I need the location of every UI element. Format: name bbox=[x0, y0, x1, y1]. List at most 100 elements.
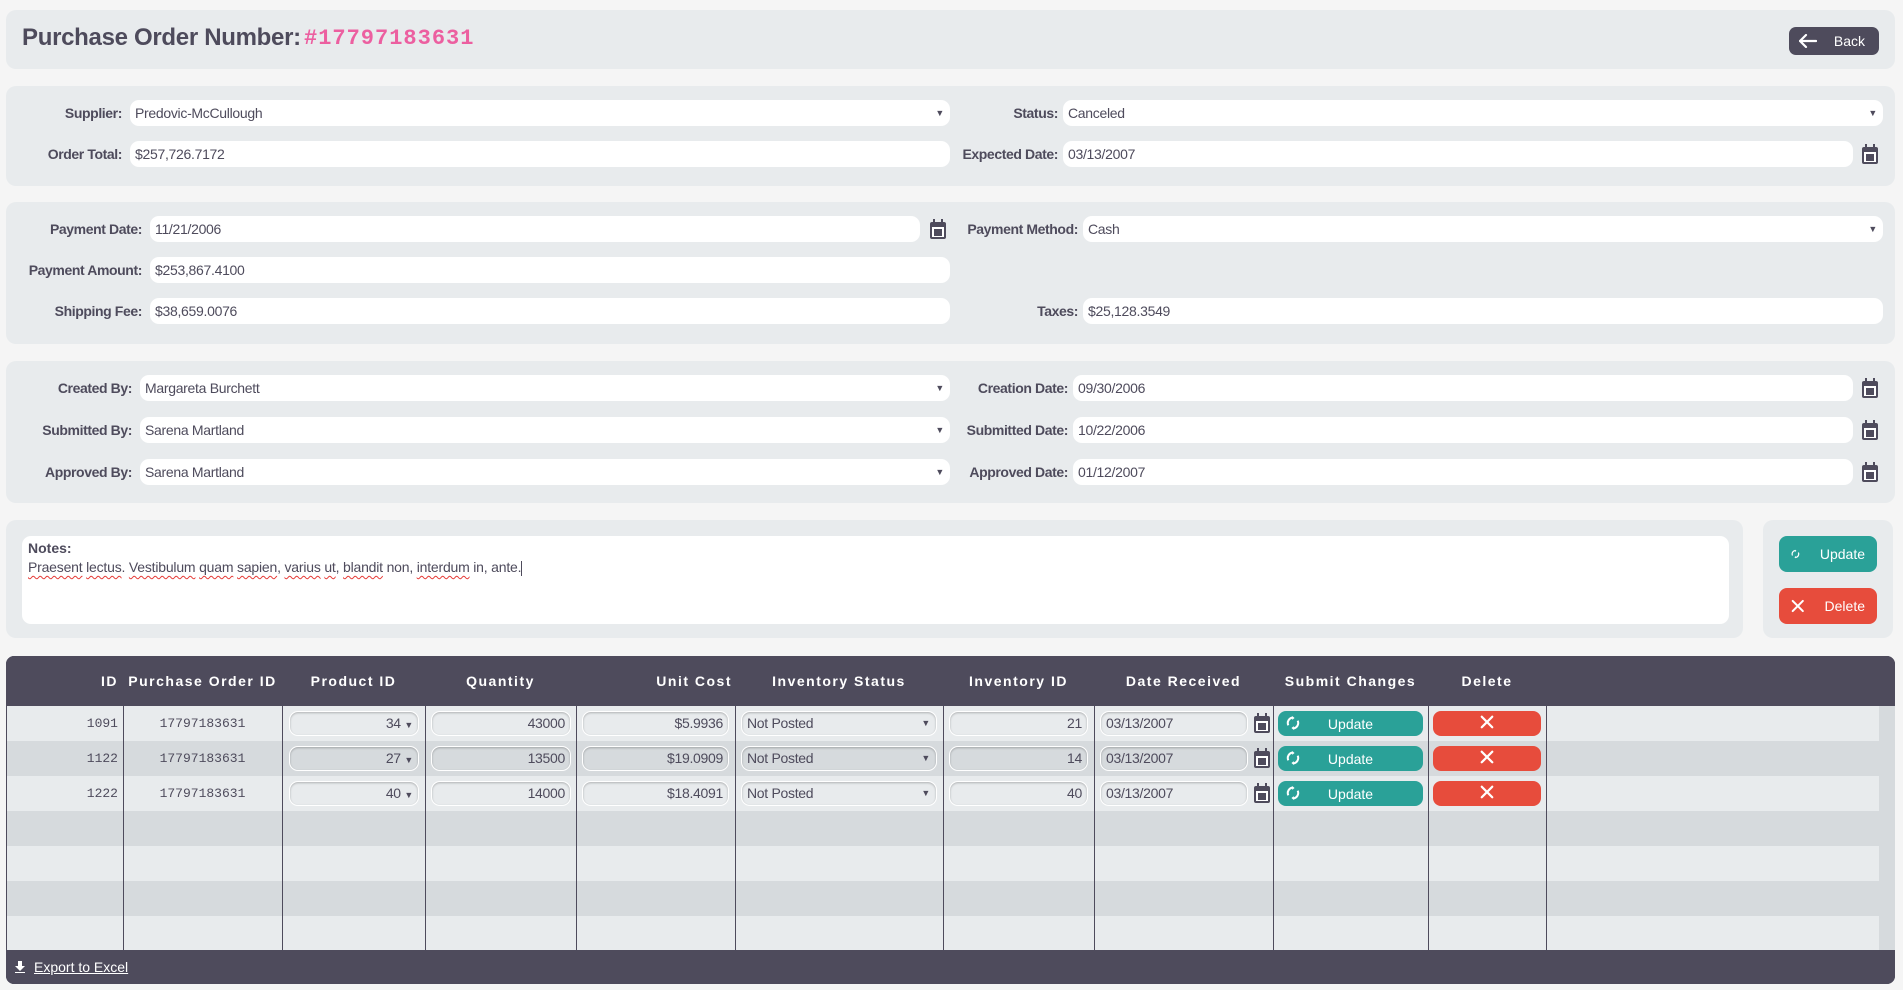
chevron-down-icon: ▼ bbox=[921, 718, 930, 728]
approved-date-input[interactable]: 01/12/2007 bbox=[1073, 459, 1853, 485]
date-received-input[interactable]: 03/13/2007 bbox=[1100, 746, 1248, 771]
inventory-status-select[interactable]: Not Posted ▼ bbox=[741, 781, 937, 806]
grid-footer: Export to Excel bbox=[6, 950, 1895, 984]
payment-date-input[interactable]: 11/21/2006 bbox=[150, 216, 920, 242]
submitted-date-value: 10/22/2006 bbox=[1078, 422, 1146, 438]
column-header-product-id[interactable]: Product ID bbox=[282, 656, 425, 706]
quantity-input[interactable]: 43000 bbox=[431, 711, 571, 736]
inventory-id-input[interactable]: 14 bbox=[949, 746, 1088, 771]
row-update-button[interactable]: Update bbox=[1278, 746, 1423, 771]
column-header-inventory-id[interactable]: Inventory ID bbox=[943, 656, 1094, 706]
unit-cost-input[interactable]: $18.4091 bbox=[582, 781, 729, 806]
submitted-by-value: Sarena Martland bbox=[145, 422, 245, 438]
notes-word: Praesent bbox=[28, 559, 83, 575]
shipping-fee-label: Shipping Fee: bbox=[54, 303, 143, 319]
product-id-select[interactable]: 40 ▼ bbox=[289, 781, 419, 806]
unit-cost-value: $18.4091 bbox=[667, 785, 723, 801]
calendar-icon[interactable] bbox=[1861, 419, 1879, 441]
submitted-by-select[interactable]: Sarena Martland ▼ bbox=[140, 417, 950, 443]
column-header-id[interactable]: ID bbox=[6, 656, 118, 706]
calendar-icon[interactable] bbox=[1861, 461, 1879, 483]
row-delete-button[interactable] bbox=[1433, 781, 1541, 806]
submitted-date-input[interactable]: 10/22/2006 bbox=[1073, 417, 1853, 443]
expected-date-label: Expected Date: bbox=[962, 146, 1058, 162]
inventory-status-select[interactable]: Not Posted ▼ bbox=[741, 746, 937, 771]
update-button-label: Update bbox=[1819, 546, 1865, 562]
chevron-down-icon: ▼ bbox=[935, 108, 944, 118]
chevron-down-icon: ▼ bbox=[404, 755, 413, 765]
quantity-input[interactable]: 13500 bbox=[431, 746, 571, 771]
order-total-input[interactable]: $257,726.7172 bbox=[130, 141, 950, 167]
column-divider bbox=[425, 706, 426, 950]
supplier-select[interactable]: Predovic-McCullough ▼ bbox=[130, 100, 950, 126]
creation-date-value: 09/30/2006 bbox=[1078, 380, 1146, 396]
row-po-id: 17797183631 bbox=[159, 786, 246, 801]
shipping-fee-value: $38,659.0076 bbox=[155, 303, 238, 319]
vertical-scrollbar[interactable] bbox=[1879, 706, 1895, 950]
created-by-value: Margareta Burchett bbox=[145, 380, 260, 396]
row-delete-button[interactable] bbox=[1433, 711, 1541, 736]
notes-word: interdum bbox=[416, 559, 470, 575]
close-icon bbox=[1791, 599, 1804, 613]
inventory-id-input[interactable]: 40 bbox=[949, 781, 1088, 806]
update-button[interactable]: Update bbox=[1779, 536, 1877, 572]
notes-textarea[interactable]: Notes: Praesent lectus. Vestibulum quam … bbox=[22, 536, 1729, 624]
date-received-input[interactable]: 03/13/2007 bbox=[1100, 781, 1248, 806]
unit-cost-input[interactable]: $19.0909 bbox=[582, 746, 729, 771]
quantity-input[interactable]: 14000 bbox=[431, 781, 571, 806]
column-divider bbox=[123, 706, 124, 950]
column-header-unit-cost[interactable]: Unit Cost bbox=[576, 656, 732, 706]
calendar-icon[interactable] bbox=[1253, 712, 1271, 734]
refresh-icon bbox=[1286, 751, 1300, 765]
supplier-value: Predovic-McCullough bbox=[135, 105, 263, 121]
delete-button[interactable]: Delete bbox=[1779, 588, 1877, 624]
inventory-id-input[interactable]: 21 bbox=[949, 711, 1088, 736]
arrow-left-icon bbox=[1799, 34, 1817, 48]
shipping-fee-input[interactable]: $38,659.0076 bbox=[150, 298, 950, 324]
product-id-select[interactable]: 34 ▼ bbox=[289, 711, 419, 736]
creation-date-input[interactable]: 09/30/2006 bbox=[1073, 375, 1853, 401]
product-id-select[interactable]: 27 ▼ bbox=[289, 746, 419, 771]
export-to-excel-link[interactable]: Export to Excel bbox=[14, 959, 128, 975]
notes-word: blandit bbox=[343, 559, 383, 575]
calendar-icon[interactable] bbox=[1861, 143, 1879, 165]
column-header-po-id[interactable]: Purchase Order ID bbox=[123, 656, 282, 706]
calendar-icon[interactable] bbox=[1253, 782, 1271, 804]
column-header-inventory-status[interactable]: Inventory Status bbox=[735, 656, 943, 706]
row-id: 1122 bbox=[86, 751, 118, 766]
close-icon bbox=[1480, 785, 1494, 799]
status-select[interactable]: Canceled ▼ bbox=[1063, 100, 1883, 126]
calendar-icon[interactable] bbox=[1861, 377, 1879, 399]
date-received-input[interactable]: 03/13/2007 bbox=[1100, 711, 1248, 736]
row-update-button[interactable]: Update bbox=[1278, 781, 1423, 806]
approved-date-label: Approved Date: bbox=[969, 464, 1068, 480]
row-delete-button[interactable] bbox=[1433, 746, 1541, 771]
column-divider bbox=[576, 706, 577, 950]
created-by-select[interactable]: Margareta Burchett ▼ bbox=[140, 375, 950, 401]
expected-date-input[interactable]: 03/13/2007 bbox=[1063, 141, 1853, 167]
taxes-input[interactable]: $25,128.3549 bbox=[1083, 298, 1883, 324]
calendar-icon[interactable] bbox=[929, 218, 947, 240]
back-button[interactable]: Back bbox=[1789, 27, 1879, 55]
column-header-quantity[interactable]: Quantity bbox=[425, 656, 576, 706]
approved-by-select[interactable]: Sarena Martland ▼ bbox=[140, 459, 950, 485]
payment-date-label: Payment Date: bbox=[49, 221, 142, 237]
calendar-icon[interactable] bbox=[1253, 747, 1271, 769]
payment-amount-input[interactable]: $253,867.4100 bbox=[150, 257, 950, 283]
row-update-button[interactable]: Update bbox=[1278, 711, 1423, 736]
payment-method-label: Payment Method: bbox=[967, 221, 1078, 237]
inventory-status-select[interactable]: Not Posted ▼ bbox=[741, 711, 937, 736]
submitted-by-label: Submitted By: bbox=[42, 422, 132, 438]
column-header-date-received[interactable]: Date Received bbox=[1094, 656, 1273, 706]
inventory-status-value: Not Posted bbox=[747, 715, 814, 731]
notes-word: Vestibulum bbox=[128, 559, 196, 575]
delete-button-label: Delete bbox=[1824, 598, 1865, 614]
payment-method-select[interactable]: Cash ▼ bbox=[1083, 216, 1883, 242]
unit-cost-input[interactable]: $5.9936 bbox=[582, 711, 729, 736]
column-divider bbox=[282, 706, 283, 950]
payment-date-value: 11/21/2006 bbox=[155, 221, 222, 237]
status-value: Canceled bbox=[1068, 105, 1125, 121]
column-divider bbox=[1428, 706, 1429, 950]
notes-word: lectus bbox=[86, 559, 122, 575]
page-title: Purchase Order Number: bbox=[22, 24, 301, 51]
